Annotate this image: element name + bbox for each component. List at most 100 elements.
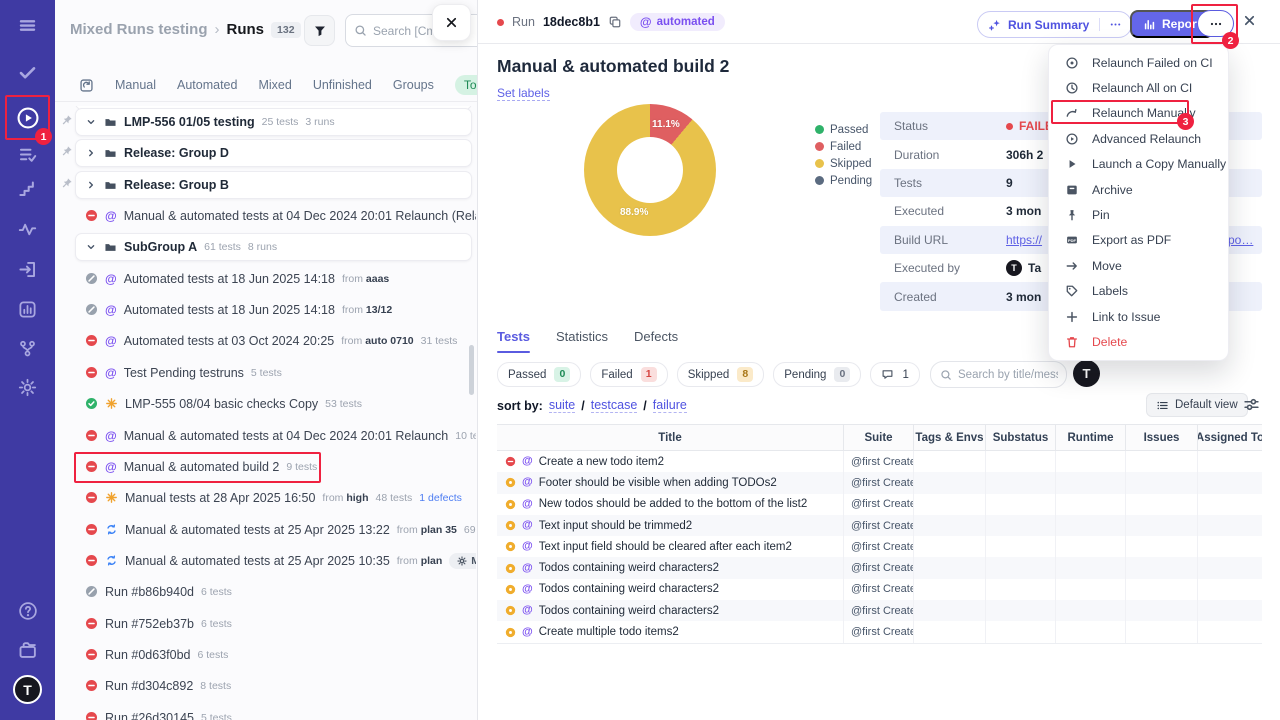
column-header[interactable]: Assigned To — [1197, 425, 1262, 450]
tests-search[interactable] — [930, 361, 1067, 388]
more-actions-button[interactable] — [1197, 10, 1234, 37]
run-row[interactable]: Run #b86b940d6 tests — [85, 576, 476, 607]
menu-item-relaunch-manually[interactable]: Relaunch Manually — [1049, 101, 1228, 126]
pin-icon[interactable] — [61, 145, 73, 157]
run-row[interactable]: Run #26d301455 tests — [85, 702, 476, 720]
table-row[interactable]: @Todos containing weird characters2@firs… — [497, 557, 1262, 578]
tab-tests[interactable]: Tests — [497, 329, 530, 353]
comments-chip[interactable]: 1 — [870, 362, 919, 387]
menu-item-export-as-pdf[interactable]: PDFExport as PDF — [1049, 228, 1228, 253]
default-view-button[interactable]: Default view — [1146, 393, 1248, 417]
runs-tab-unfinished[interactable]: Unfinished — [313, 78, 372, 92]
workspace-avatar[interactable]: T — [13, 675, 42, 704]
menu-item-delete[interactable]: Delete — [1049, 329, 1228, 354]
view-settings-icon[interactable] — [1243, 396, 1260, 413]
column-header[interactable]: Runtime — [1055, 425, 1125, 450]
chip-pending[interactable]: Pending0 — [773, 362, 861, 387]
sort-by-failure[interactable]: failure — [653, 398, 687, 413]
group-row[interactable]: SubGroup A61 tests8 runs — [75, 233, 472, 261]
group-row[interactable]: Release: Group D — [75, 139, 472, 167]
runs-tab-manual[interactable]: Manual — [115, 78, 156, 92]
runs-tab-today-chip[interactable]: To — [455, 75, 477, 95]
runs-tab-mixed[interactable]: Mixed — [258, 78, 291, 92]
column-header[interactable]: Suite — [843, 425, 913, 450]
sidebar-activity-icon[interactable] — [0, 220, 55, 239]
sidebar-import-icon[interactable] — [0, 260, 55, 279]
sidebar-menu-icon[interactable] — [0, 16, 55, 35]
table-row[interactable]: @Todos containing weird characters2@firs… — [497, 579, 1262, 600]
table-row[interactable]: @Text input should be trimmed2@first Cre… — [497, 515, 1262, 536]
sort-by-testcase[interactable]: testcase — [591, 398, 638, 413]
user-avatar[interactable]: T — [1073, 360, 1100, 387]
run-summary-more-button[interactable] — [1099, 18, 1131, 31]
tab-statistics[interactable]: Statistics — [556, 329, 608, 353]
pin-icon[interactable] — [61, 177, 73, 189]
sort-by-suite[interactable]: suite — [549, 398, 575, 413]
run-row[interactable]: @Automated tests at 18 Jun 2025 14:18fro… — [85, 263, 476, 294]
menu-item-labels[interactable]: Labels — [1049, 279, 1228, 304]
run-row[interactable]: Run #752eb37b6 tests — [85, 608, 476, 639]
menu-item-link-to-issue[interactable]: Link to Issue — [1049, 304, 1228, 329]
table-row[interactable]: @Todos containing weird characters2@firs… — [497, 600, 1262, 621]
chip-passed[interactable]: Passed0 — [497, 362, 581, 387]
defects-link[interactable]: 1 defects — [419, 492, 462, 504]
column-header[interactable]: Tags & Envs — [913, 425, 985, 450]
table-row[interactable]: @Footer should be visible when adding TO… — [497, 472, 1262, 493]
run-row[interactable]: @Manual & automated tests at 04 Dec 2024… — [85, 200, 476, 231]
table-row[interactable]: @Create a new todo item2@first Create ..… — [497, 451, 1262, 472]
scrollbar[interactable] — [469, 345, 474, 395]
tab-defects[interactable]: Defects — [634, 329, 678, 353]
close-panel-button[interactable] — [432, 4, 471, 41]
close-run-icon[interactable] — [1242, 13, 1257, 28]
column-header[interactable]: Title — [497, 425, 843, 450]
sidebar-help-icon[interactable] — [0, 601, 55, 621]
column-header[interactable]: Issues — [1125, 425, 1197, 450]
pin-icon[interactable] — [61, 114, 73, 126]
runs-tab-automated[interactable]: Automated — [177, 78, 237, 92]
menu-item-launch-a-copy-manually[interactable]: Launch a Copy Manually — [1049, 152, 1228, 177]
run-row[interactable]: @Manual & automated tests at 04 Dec 2024… — [85, 420, 476, 451]
run-row[interactable]: @Automated tests at 18 Jun 2025 14:18fro… — [85, 294, 476, 325]
run-row[interactable]: Run #d304c8928 tests — [85, 670, 476, 701]
set-labels-link[interactable]: Set labels — [497, 86, 550, 101]
sidebar-runs-icon[interactable] — [0, 106, 55, 130]
runs-tab-groups[interactable]: Groups — [393, 78, 434, 92]
sidebar-checks-icon[interactable] — [0, 63, 55, 82]
run-row[interactable]: Run #0d63f0bd6 tests — [85, 639, 476, 670]
build-url-link[interactable]: https:// — [1006, 233, 1042, 247]
run-row[interactable]: LMP-555 08/04 basic checks Copy53 tests — [85, 388, 476, 419]
filter-button[interactable] — [304, 15, 335, 46]
refresh-list-icon[interactable] — [79, 78, 94, 93]
run-row[interactable]: @Automated tests at 03 Oct 2024 20:25fro… — [85, 325, 476, 356]
menu-item-advanced-relaunch[interactable]: Advanced Relaunch — [1049, 126, 1228, 151]
run-summary-button[interactable]: Run Summary — [977, 11, 1132, 38]
build-url-tail[interactable]: po… — [1228, 233, 1253, 247]
menu-item-relaunch-all-on-ci[interactable]: Relaunch All on CI — [1049, 75, 1228, 100]
table-row[interactable]: @Create multiple todo items2@first Creat… — [497, 621, 1262, 642]
sidebar-analytics-icon[interactable] — [0, 300, 55, 319]
group-row[interactable]: Release: Group B — [75, 171, 472, 199]
table-row[interactable]: @New todos should be added to the bottom… — [497, 494, 1262, 515]
table-row[interactable]: @Text input field should be cleared afte… — [497, 536, 1262, 557]
sidebar-test-plans-icon[interactable] — [0, 145, 55, 164]
group-row[interactable]: LMP-556 01/05 testing25 tests3 runs — [75, 108, 472, 136]
run-row[interactable]: Manual & automated tests at 25 Apr 2025 … — [85, 514, 476, 545]
copy-icon[interactable] — [608, 15, 622, 29]
menu-item-move[interactable]: Move — [1049, 253, 1228, 278]
run-row[interactable]: @Test Pending testruns5 tests — [85, 357, 476, 388]
menu-item-archive[interactable]: Archive — [1049, 177, 1228, 202]
chip-failed[interactable]: Failed1 — [590, 362, 667, 387]
menu-item-relaunch-failed-on-ci[interactable]: Relaunch Failed on CI — [1049, 50, 1228, 75]
menu-item-pin[interactable]: Pin — [1049, 202, 1228, 227]
run-row[interactable]: Manual tests at 28 Apr 2025 16:50from hi… — [85, 482, 476, 513]
run-row[interactable]: Manual & automated tests at 25 Apr 2025 … — [85, 545, 476, 576]
chip-skipped[interactable]: Skipped8 — [677, 362, 765, 387]
automated-badge[interactable]: @automated — [630, 13, 725, 31]
sidebar-milestones-icon[interactable] — [0, 179, 55, 198]
sidebar-branches-icon[interactable] — [0, 339, 55, 358]
sidebar-settings-icon[interactable] — [0, 378, 55, 397]
run-row[interactable]: @Manual & automated build 29 tests — [85, 451, 476, 482]
tests-search-input[interactable] — [958, 369, 1058, 381]
column-header[interactable]: Substatus — [985, 425, 1055, 450]
sidebar-projects-icon[interactable] — [0, 640, 55, 660]
